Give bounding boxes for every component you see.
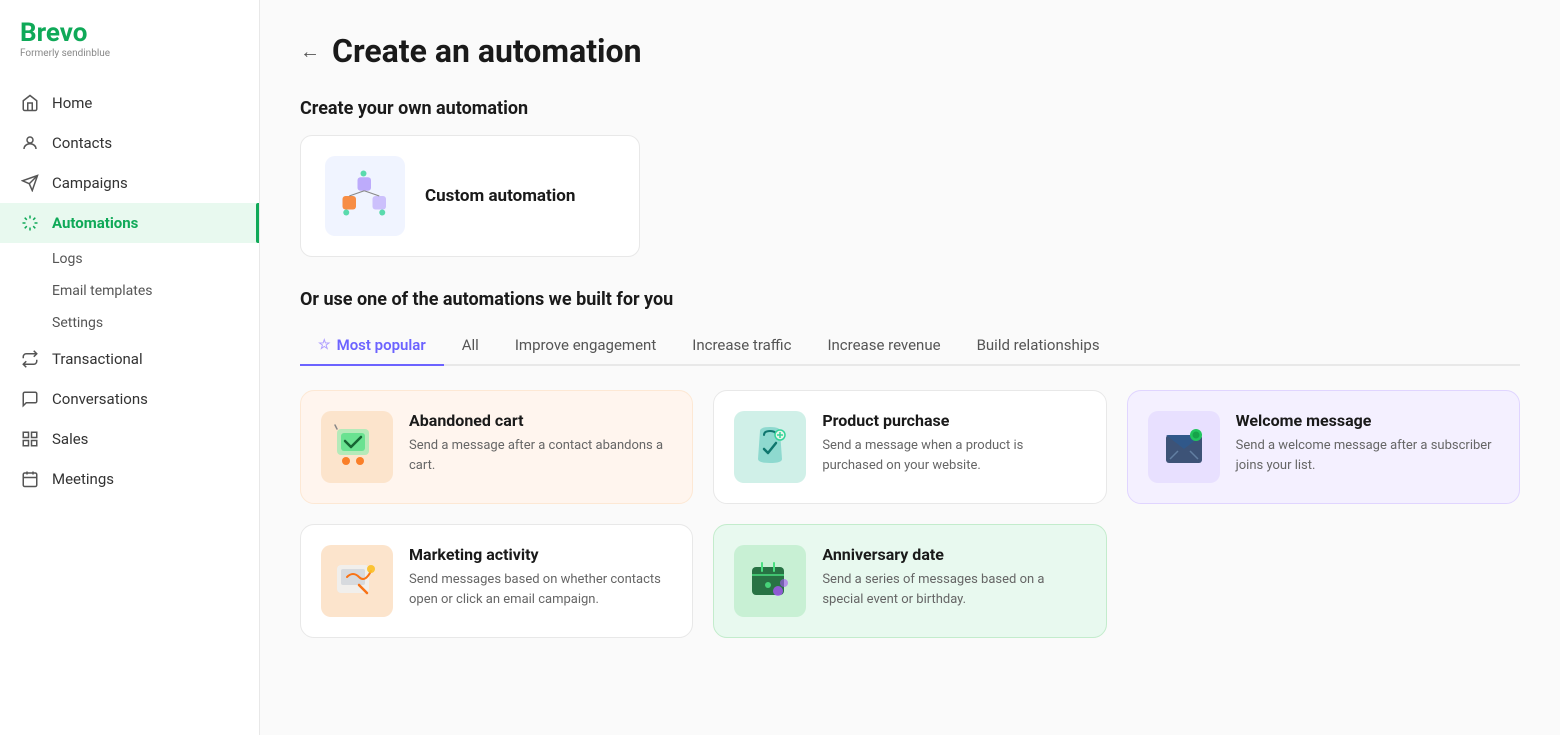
page-title: Create an automation bbox=[332, 32, 642, 70]
sidebar-item-settings[interactable]: Settings bbox=[52, 307, 259, 339]
logo-subtitle: Formerly sendinblue bbox=[20, 48, 239, 59]
sidebar-item-home[interactable]: Home bbox=[0, 83, 259, 123]
sidebar-item-meetings-label: Meetings bbox=[52, 470, 114, 488]
marketing-activity-content: Marketing activity Send messages based o… bbox=[409, 545, 672, 609]
logo-area: Brevo Formerly sendinblue bbox=[0, 0, 259, 75]
abandoned-cart-icon-box bbox=[321, 411, 393, 483]
tab-increase-traffic[interactable]: Increase traffic bbox=[674, 326, 809, 366]
tab-improve-engagement-label: Improve engagement bbox=[515, 336, 656, 354]
sidebar-item-conversations[interactable]: Conversations bbox=[0, 379, 259, 419]
custom-icon-box bbox=[325, 156, 405, 236]
tabs-row: ☆ Most popular All Improve engagement In… bbox=[300, 326, 1520, 366]
sidebar-item-email-templates[interactable]: Email templates bbox=[52, 275, 259, 307]
sidebar-item-sales[interactable]: Sales bbox=[0, 419, 259, 459]
sidebar-item-campaigns[interactable]: Campaigns bbox=[0, 163, 259, 203]
abandoned-cart-icon bbox=[331, 421, 383, 473]
welcome-message-desc: Send a welcome message after a subscribe… bbox=[1236, 436, 1499, 475]
card-product-purchase[interactable]: Product purchase Send a message when a p… bbox=[713, 390, 1106, 504]
campaigns-icon bbox=[20, 173, 40, 193]
product-purchase-icon-box bbox=[734, 411, 806, 483]
tab-most-popular[interactable]: ☆ Most popular bbox=[300, 326, 444, 366]
product-purchase-desc: Send a message when a product is purchas… bbox=[822, 436, 1085, 475]
custom-automation-card[interactable]: Custom automation bbox=[300, 135, 640, 257]
page-header: ← Create an automation bbox=[300, 32, 1520, 70]
contacts-icon bbox=[20, 133, 40, 153]
welcome-message-icon bbox=[1158, 421, 1210, 473]
sidebar-item-transactional[interactable]: Transactional bbox=[0, 339, 259, 379]
sales-icon bbox=[20, 429, 40, 449]
custom-automation-icon bbox=[335, 166, 395, 226]
meetings-icon bbox=[20, 469, 40, 489]
tab-build-relationships[interactable]: Build relationships bbox=[959, 326, 1118, 366]
built-section-title: Or use one of the automations we built f… bbox=[300, 289, 1520, 310]
product-purchase-title: Product purchase bbox=[822, 411, 1085, 430]
tab-most-popular-label: Most popular bbox=[337, 336, 426, 354]
tab-increase-revenue-label: Increase revenue bbox=[827, 336, 940, 354]
sidebar-item-contacts[interactable]: Contacts bbox=[0, 123, 259, 163]
sidebar-item-logs[interactable]: Logs bbox=[52, 243, 259, 275]
tab-all[interactable]: All bbox=[444, 326, 497, 366]
marketing-activity-icon bbox=[331, 555, 383, 607]
back-button[interactable]: ← bbox=[300, 39, 320, 64]
abandoned-cart-title: Abandoned cart bbox=[409, 411, 672, 430]
anniversary-date-title: Anniversary date bbox=[822, 545, 1085, 564]
tab-all-label: All bbox=[462, 336, 479, 354]
sidebar-nav: Home Contacts Campaigns Automations Logs bbox=[0, 75, 259, 507]
sidebar: Brevo Formerly sendinblue Home Contacts … bbox=[0, 0, 260, 735]
sidebar-item-sales-label: Sales bbox=[52, 430, 88, 448]
abandoned-cart-desc: Send a message after a contact abandons … bbox=[409, 436, 672, 475]
product-purchase-icon bbox=[744, 421, 796, 473]
sidebar-item-automations[interactable]: Automations bbox=[0, 203, 259, 243]
transactional-icon bbox=[20, 349, 40, 369]
logo-name: Brevo bbox=[20, 20, 239, 46]
own-automation-section: Create your own automation Custom automa… bbox=[300, 98, 1520, 257]
sidebar-item-meetings[interactable]: Meetings bbox=[0, 459, 259, 499]
automations-sub-nav: Logs Email templates Settings bbox=[0, 243, 259, 339]
card-abandoned-cart[interactable]: Abandoned cart Send a message after a co… bbox=[300, 390, 693, 504]
logs-label: Logs bbox=[52, 251, 83, 267]
sidebar-item-campaigns-label: Campaigns bbox=[52, 174, 128, 192]
conversations-icon bbox=[20, 389, 40, 409]
anniversary-date-desc: Send a series of messages based on a spe… bbox=[822, 570, 1085, 609]
welcome-message-title: Welcome message bbox=[1236, 411, 1499, 430]
automation-cards-grid: Abandoned cart Send a message after a co… bbox=[300, 390, 1520, 638]
sidebar-item-contacts-label: Contacts bbox=[52, 134, 112, 152]
marketing-activity-desc: Send messages based on whether contacts … bbox=[409, 570, 672, 609]
welcome-message-icon-box bbox=[1148, 411, 1220, 483]
automations-icon bbox=[20, 213, 40, 233]
home-icon bbox=[20, 93, 40, 113]
star-icon: ☆ bbox=[318, 337, 331, 353]
anniversary-date-icon bbox=[744, 555, 796, 607]
marketing-activity-title: Marketing activity bbox=[409, 545, 672, 564]
tab-build-relationships-label: Build relationships bbox=[977, 336, 1100, 354]
card-marketing-activity[interactable]: Marketing activity Send messages based o… bbox=[300, 524, 693, 638]
product-purchase-content: Product purchase Send a message when a p… bbox=[822, 411, 1085, 475]
main-content: ← Create an automation Create your own a… bbox=[260, 0, 1560, 735]
own-section-title: Create your own automation bbox=[300, 98, 1520, 119]
anniversary-date-icon-box bbox=[734, 545, 806, 617]
sidebar-item-home-label: Home bbox=[52, 94, 92, 112]
sidebar-item-conversations-label: Conversations bbox=[52, 390, 148, 408]
email-templates-label: Email templates bbox=[52, 283, 153, 299]
built-automations-section: Or use one of the automations we built f… bbox=[300, 289, 1520, 638]
tab-increase-revenue[interactable]: Increase revenue bbox=[809, 326, 958, 366]
custom-automation-label: Custom automation bbox=[425, 186, 575, 206]
anniversary-date-content: Anniversary date Send a series of messag… bbox=[822, 545, 1085, 609]
tab-improve-engagement[interactable]: Improve engagement bbox=[497, 326, 674, 366]
card-anniversary-date[interactable]: Anniversary date Send a series of messag… bbox=[713, 524, 1106, 638]
tab-increase-traffic-label: Increase traffic bbox=[692, 336, 791, 354]
sidebar-item-transactional-label: Transactional bbox=[52, 350, 143, 368]
welcome-message-content: Welcome message Send a welcome message a… bbox=[1236, 411, 1499, 475]
marketing-activity-icon-box bbox=[321, 545, 393, 617]
sidebar-item-automations-label: Automations bbox=[52, 214, 138, 232]
settings-label: Settings bbox=[52, 315, 103, 331]
abandoned-cart-content: Abandoned cart Send a message after a co… bbox=[409, 411, 672, 475]
card-welcome-message[interactable]: Welcome message Send a welcome message a… bbox=[1127, 390, 1520, 504]
